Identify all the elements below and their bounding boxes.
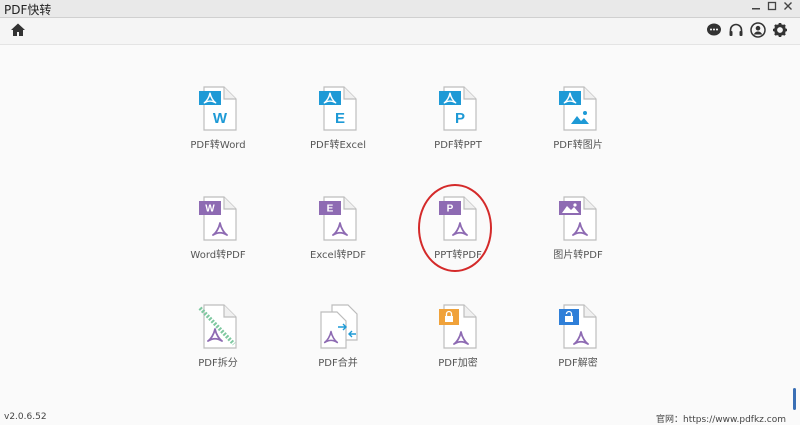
close-icon[interactable]: [781, 0, 795, 16]
tool-label: PDF转PPT: [434, 140, 482, 151]
tool-excel-to-pdf[interactable]: E Excel转PDF: [280, 196, 396, 276]
svg-text:W: W: [213, 110, 228, 127]
gear-icon[interactable]: [772, 22, 788, 38]
tool-pdf-to-ppt[interactable]: P PDF转PPT: [400, 86, 516, 166]
tool-pdf-decrypt[interactable]: PDF解密: [520, 304, 636, 384]
svg-text:P: P: [455, 110, 465, 127]
tool-label: 图片转PDF: [553, 250, 603, 261]
home-icon[interactable]: [10, 22, 26, 38]
lock-doc-icon: [438, 304, 478, 350]
toolbar: [0, 18, 800, 45]
image-doc-icon: [558, 196, 598, 242]
unlock-doc-icon: [558, 304, 598, 350]
tool-pdf-to-excel[interactable]: E PDF转Excel: [280, 86, 396, 166]
user-icon[interactable]: [750, 22, 766, 38]
scroll-indicator[interactable]: [793, 388, 796, 410]
headset-icon[interactable]: [728, 22, 744, 38]
tool-label: PDF转图片: [553, 140, 603, 151]
tool-label: PDF合并: [318, 358, 358, 369]
tool-label: PDF拆分: [198, 358, 238, 369]
tool-label: PDF转Excel: [310, 140, 366, 151]
split-doc-icon: [198, 304, 238, 350]
tool-pdf-split[interactable]: PDF拆分: [160, 304, 276, 384]
svg-text:W: W: [205, 204, 215, 215]
svg-text:E: E: [335, 110, 345, 127]
word-doc-icon: W: [198, 196, 238, 242]
tool-word-to-pdf[interactable]: W Word转PDF: [160, 196, 276, 276]
merge-doc-icon: [318, 304, 358, 350]
excel-doc-icon: E: [318, 196, 358, 242]
word-doc-icon: W: [198, 86, 238, 132]
tool-pdf-to-word[interactable]: W PDF转Word: [160, 86, 276, 166]
excel-doc-icon: E: [318, 86, 358, 132]
maximize-icon[interactable]: [765, 0, 779, 16]
tool-label: PDF转Word: [190, 140, 246, 151]
tool-pdf-merge[interactable]: PDF合并: [280, 304, 396, 384]
highlight-circle: [418, 184, 492, 272]
tool-label: PDF解密: [558, 358, 598, 369]
ppt-doc-icon: P: [438, 86, 478, 132]
website-label[interactable]: 官网：https://www.pdfkz.com: [656, 412, 786, 425]
version-label: v2.0.6.52: [4, 412, 47, 422]
minimize-icon[interactable]: [749, 0, 763, 16]
window-title: PDF快转: [4, 3, 52, 17]
title-bar: PDF快转: [0, 0, 800, 18]
tool-label: PDF加密: [438, 358, 478, 369]
tool-image-to-pdf[interactable]: 图片转PDF: [520, 196, 636, 276]
tool-pdf-to-image[interactable]: PDF转图片: [520, 86, 636, 166]
tool-label: Excel转PDF: [310, 250, 366, 261]
svg-text:E: E: [327, 204, 334, 215]
tool-label: Word转PDF: [190, 250, 246, 261]
chat-icon[interactable]: [706, 22, 722, 38]
image-doc-icon: [558, 86, 598, 132]
tool-pdf-encrypt[interactable]: PDF加密: [400, 304, 516, 384]
